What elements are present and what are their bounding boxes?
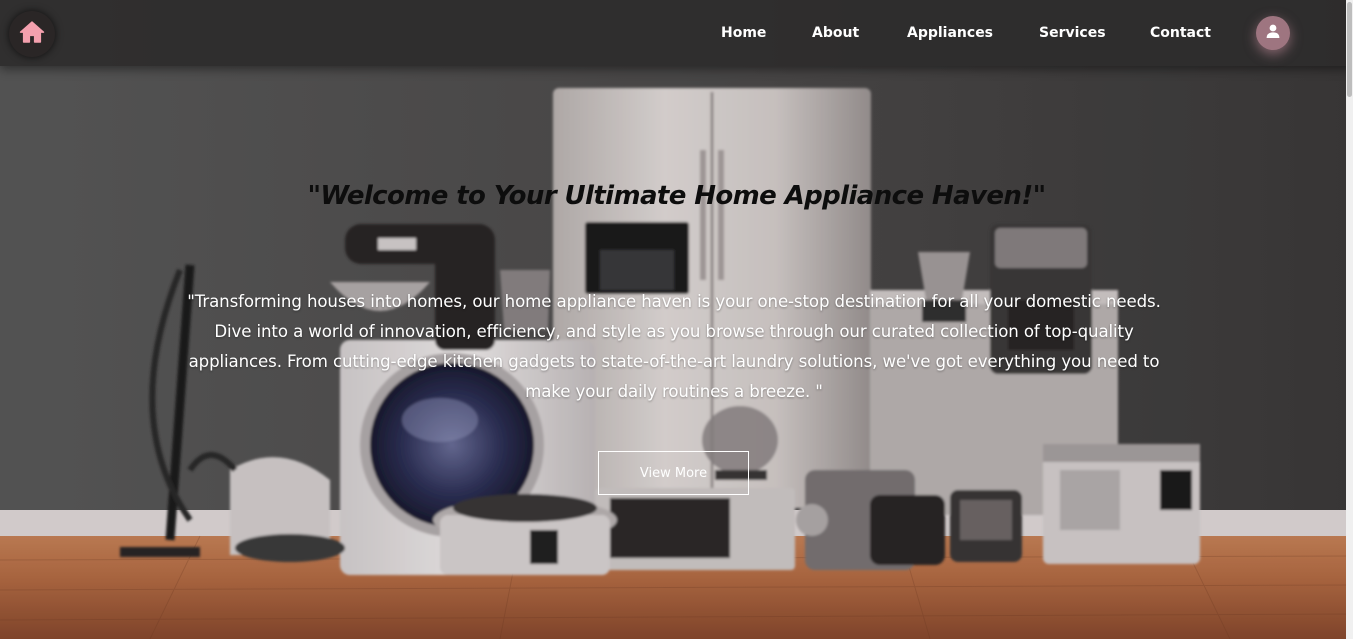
nav-link-about[interactable]: About xyxy=(812,25,859,41)
nav-link-services[interactable]: Services xyxy=(1039,25,1106,41)
nav-link-appliances[interactable]: Appliances xyxy=(907,25,993,41)
nav-link-contact[interactable]: Contact xyxy=(1150,25,1211,41)
nav-link-home[interactable]: Home xyxy=(721,25,766,41)
page-scrollbar[interactable] xyxy=(1346,0,1353,639)
scrollbar-thumb[interactable] xyxy=(1347,2,1352,97)
user-icon xyxy=(1265,23,1281,43)
page: Home About Appliances Services Contact "… xyxy=(0,0,1353,639)
home-button[interactable] xyxy=(9,11,55,57)
home-icon xyxy=(19,20,45,48)
navbar: Home About Appliances Services Contact xyxy=(0,0,1353,66)
hero-description: "Transforming houses into homes, our hom… xyxy=(187,292,1161,401)
view-more-button[interactable]: View More xyxy=(598,451,749,495)
user-profile-button[interactable] xyxy=(1256,16,1290,50)
hero-title: "Welcome to Your Ultimate Home Appliance… xyxy=(307,181,1046,211)
